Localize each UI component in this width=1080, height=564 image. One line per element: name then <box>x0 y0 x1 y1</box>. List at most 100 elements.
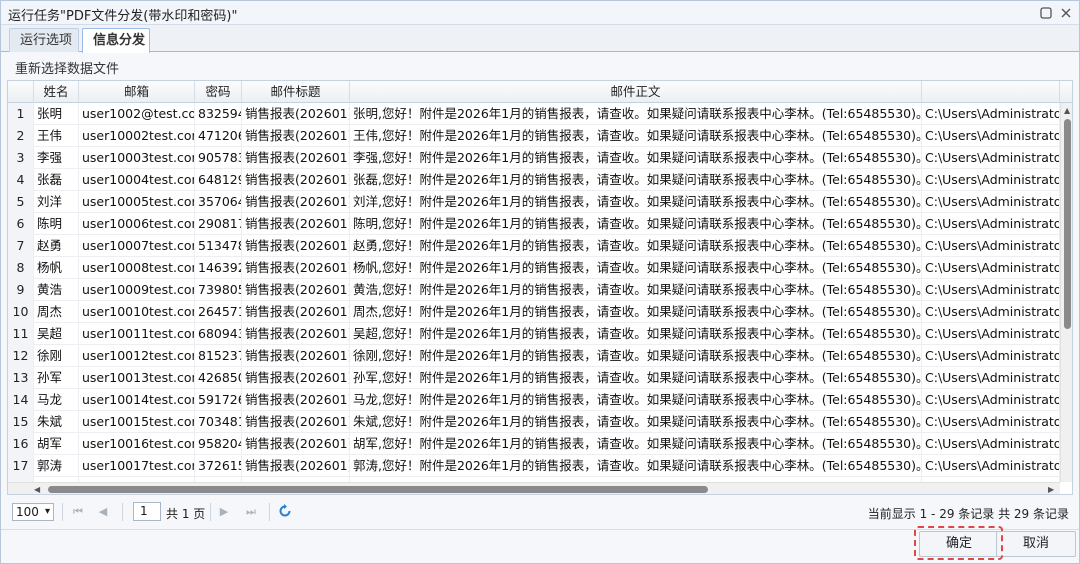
toolbar: 重新选择数据文件 <box>1 53 1079 79</box>
table-row[interactable]: 9 黄浩 user10009test.com 739805 销售报表(202601) 黄浩… <box>8 279 1072 301</box>
pager-divider <box>269 503 270 521</box>
body-cell: 周杰,您好！附件是2026年1月的销售报表，请查收。如果疑问请联系报表中心李林。… <box>350 301 922 323</box>
table-row[interactable]: 8 杨帆 user10008test.com 146392 销售报表(202601) 杨帆… <box>8 257 1072 279</box>
row-number-cell: 1 <box>8 103 34 125</box>
scroll-right-icon[interactable]: ▶ <box>1048 485 1054 494</box>
email-cell: user10011test.com <box>79 323 195 345</box>
attachment-path-cell: C:\Users\Administrator\D <box>922 169 1060 191</box>
email-cell: user10012test.com <box>79 345 195 367</box>
grid-header: 姓名 邮箱 密码 邮件标题 邮件正文 <box>8 81 1072 103</box>
table-row[interactable]: 2 王伟 user10002test.com 471206 销售报表(202601) 王伟… <box>8 125 1072 147</box>
row-number-cell: 7 <box>8 235 34 257</box>
row-number-cell: 17 <box>8 455 34 477</box>
subject-cell: 销售报表(202601) <box>242 323 350 345</box>
header-subject[interactable]: 邮件标题 <box>242 81 350 103</box>
attachment-path-cell: C:\Users\Administrator\D <box>922 235 1060 257</box>
cancel-button[interactable]: 取消 <box>996 531 1076 557</box>
body-cell: 张磊,您好！附件是2026年1月的销售报表，请查收。如果疑问请联系报表中心李林。… <box>350 169 922 191</box>
table-row[interactable]: 5 刘洋 user10005test.com 357064 销售报表(202601) 刘洋… <box>8 191 1072 213</box>
subject-cell: 销售报表(202601) <box>242 103 350 125</box>
dialog-window: 运行任务"PDF文件分发(带水印和密码)" 运行选项 信息分发 重新选择数据文件… <box>0 0 1080 564</box>
tab-info-distribution[interactable]: 信息分发 <box>82 28 150 53</box>
attachment-path-cell: C:\Users\Administrator\D <box>922 279 1060 301</box>
table-row[interactable]: 6 陈明 user10006test.com 290817 销售报表(202601) 陈明… <box>8 213 1072 235</box>
header-email[interactable]: 邮箱 <box>79 81 195 103</box>
page-size-value: 100 <box>16 505 39 519</box>
table-row[interactable]: 16 胡军 user10016test.com 958204 销售报表(202601) 胡… <box>8 433 1072 455</box>
total-pages-label: 共 1 页 <box>166 507 206 521</box>
table-row[interactable]: 3 李强 user10003test.com 905783 销售报表(202601) 李强… <box>8 147 1072 169</box>
header-password[interactable]: 密码 <box>195 81 242 103</box>
ok-button[interactable]: 确定 <box>919 531 999 557</box>
vertical-scroll-thumb[interactable] <box>1064 119 1071 329</box>
scroll-up-icon[interactable]: ▲ <box>1064 106 1070 116</box>
password-cell: 146392 <box>195 257 242 279</box>
body-cell: 刘洋,您好！附件是2026年1月的销售报表，请查收。如果疑问请联系报表中心李林。… <box>350 191 922 213</box>
table-row[interactable]: 12 徐刚 user10012test.com 815237 销售报表(202601) 徐… <box>8 345 1072 367</box>
prev-page-icon[interactable]: ◀ <box>94 503 112 521</box>
header-body[interactable]: 邮件正文 <box>350 81 922 103</box>
last-page-icon[interactable]: ⏭ <box>242 503 260 521</box>
row-number-cell: 6 <box>8 213 34 235</box>
attachment-path-cell: C:\Users\Administrator\D <box>922 103 1060 125</box>
subject-cell: 销售报表(202601) <box>242 279 350 301</box>
attachment-path-cell: C:\Users\Administrator\D <box>922 213 1060 235</box>
next-page-icon[interactable]: ▶ <box>215 503 233 521</box>
email-cell: user10013test.com <box>79 367 195 389</box>
subject-cell: 销售报表(202601) <box>242 191 350 213</box>
name-cell: 胡军 <box>34 433 79 455</box>
subject-cell: 销售报表(202601) <box>242 367 350 389</box>
table-row[interactable]: 10 周杰 user10010test.com 264571 销售报表(202601) 周… <box>8 301 1072 323</box>
header-name[interactable]: 姓名 <box>34 81 79 103</box>
row-number-cell: 15 <box>8 411 34 433</box>
body-cell: 王伟,您好！附件是2026年1月的销售报表，请查收。如果疑问请联系报表中心李林。… <box>350 125 922 147</box>
scroll-left-icon[interactable]: ◀ <box>34 485 40 494</box>
name-cell: 朱斌 <box>34 411 79 433</box>
row-number-cell: 8 <box>8 257 34 279</box>
footer-divider <box>1 529 1079 530</box>
table-row[interactable]: 7 赵勇 user10007test.com 513478 销售报表(202601) 赵勇… <box>8 235 1072 257</box>
email-cell: user10003test.com <box>79 147 195 169</box>
row-number-cell: 2 <box>8 125 34 147</box>
first-page-icon[interactable]: ⏮ <box>69 503 87 521</box>
subject-cell: 销售报表(202601) <box>242 411 350 433</box>
table-row[interactable]: 13 孙军 user10013test.com 426850 销售报表(202601) 孙… <box>8 367 1072 389</box>
attachment-path-cell: C:\Users\Administrator\D <box>922 191 1060 213</box>
body-cell: 黄浩,您好！附件是2026年1月的销售报表，请查收。如果疑问请联系报表中心李林。… <box>350 279 922 301</box>
body-cell: 杨帆,您好！附件是2026年1月的销售报表，请查收。如果疑问请联系报表中心李林。… <box>350 257 922 279</box>
row-number-cell: 3 <box>8 147 34 169</box>
table-row[interactable]: 14 马龙 user10014test.com 591726 销售报表(202601) 马… <box>8 389 1072 411</box>
table-row[interactable]: 15 朱斌 user10015test.com 703481 销售报表(202601) 朱… <box>8 411 1072 433</box>
close-icon[interactable] <box>1057 4 1075 22</box>
row-number-cell: 16 <box>8 433 34 455</box>
subject-cell: 销售报表(202601) <box>242 433 350 455</box>
reselect-data-file-button[interactable]: 重新选择数据文件 <box>15 58 119 77</box>
table-row[interactable]: 4 张磊 user10004test.com 648129 销售报表(202601) 张磊… <box>8 169 1072 191</box>
pager-divider <box>62 503 63 521</box>
row-number-cell: 9 <box>8 279 34 301</box>
password-cell: 905783 <box>195 147 242 169</box>
header-attachment[interactable] <box>922 81 1060 103</box>
tab-run-options[interactable]: 运行选项 <box>9 28 79 52</box>
email-cell: user10007test.com <box>79 235 195 257</box>
name-cell: 李强 <box>34 147 79 169</box>
subject-cell: 销售报表(202601) <box>242 257 350 279</box>
table-row[interactable]: 11 吴超 user10011test.com 680943 销售报表(202601) 吴… <box>8 323 1072 345</box>
horizontal-scrollbar[interactable]: ◀ ▶ <box>8 482 1060 494</box>
email-cell: user10006test.com <box>79 213 195 235</box>
table-row[interactable]: 1张明user1002@test.com832594销售报表(202601)张明… <box>8 103 1072 125</box>
table-row[interactable]: 17 郭涛 user10017test.com 372615 销售报表(202601) 郭… <box>8 455 1072 477</box>
password-cell: 513478 <box>195 235 242 257</box>
password-cell: 815237 <box>195 345 242 367</box>
password-cell: 832594 <box>195 103 242 125</box>
page-size-select[interactable]: 100 ▾ <box>12 503 54 521</box>
horizontal-scroll-thumb[interactable] <box>48 486 708 493</box>
refresh-icon[interactable] <box>277 503 295 521</box>
row-number-cell: 13 <box>8 367 34 389</box>
attachment-path-cell: C:\Users\Administrator\D <box>922 389 1060 411</box>
vertical-scrollbar[interactable]: ▲ <box>1060 103 1072 482</box>
name-cell: 陈明 <box>34 213 79 235</box>
pagination-bar: 100 ▾ ⏮ ◀ 1 共 1 页 ▶ ⏭ 当前显示 1 - 29 条记录 共 … <box>7 498 1073 528</box>
maximize-icon[interactable] <box>1037 4 1055 22</box>
current-page-input[interactable]: 1 <box>133 502 161 521</box>
